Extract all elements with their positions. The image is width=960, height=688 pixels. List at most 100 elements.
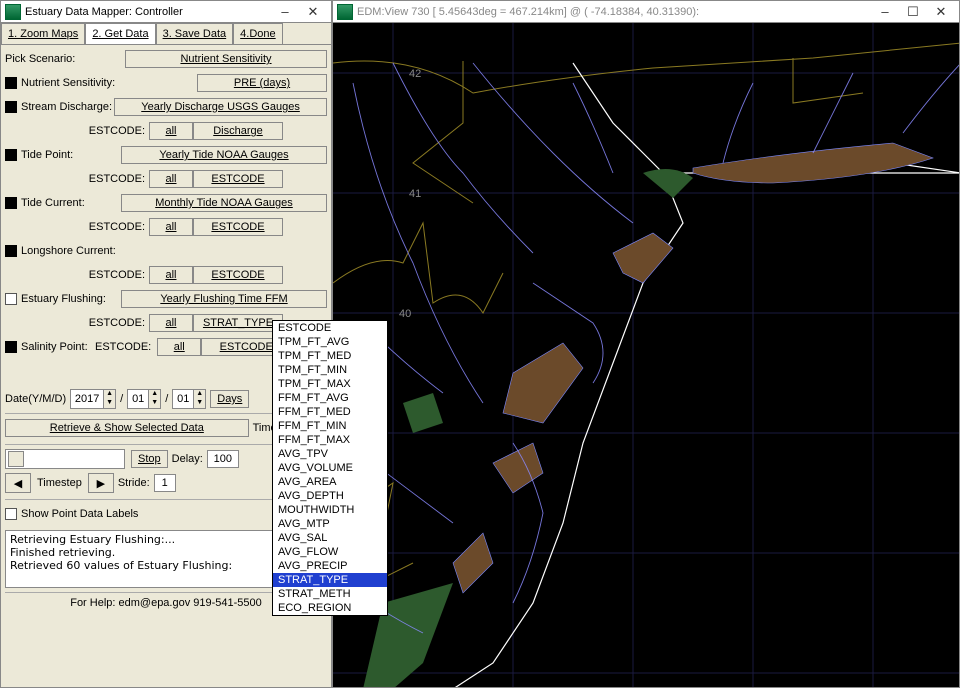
dropdown-item[interactable]: ESTCODE <box>273 321 387 335</box>
close-button[interactable]: ✕ <box>299 3 327 21</box>
stream-discharge-combo[interactable]: Yearly Discharge USGS Gauges <box>114 98 327 116</box>
estuary-flushing-all[interactable]: all <box>149 314 193 332</box>
year-spinner[interactable]: ▲▼ <box>70 389 116 409</box>
estuary-flushing-extra[interactable]: STRAT_TYPE <box>193 314 283 332</box>
stride-input[interactable] <box>154 474 176 492</box>
dropdown-item[interactable]: AVG_MTP <box>273 517 387 531</box>
stream-discharge-estcode-all[interactable]: all <box>149 122 193 140</box>
salinity-point-label: Salinity Point: <box>21 341 95 353</box>
dropdown-item[interactable]: ECO_REGION <box>273 601 387 615</box>
dropdown-item[interactable]: FFM_FT_AVG <box>273 391 387 405</box>
map-canvas[interactable]: 42 41 40 <box>333 23 959 687</box>
lat-label-41: 41 <box>409 188 421 200</box>
stream-discharge-extra[interactable]: Discharge <box>193 122 283 140</box>
day-down[interactable]: ▼ <box>193 399 205 408</box>
nutrient-sensitivity-combo[interactable]: PRE (days) <box>197 74 327 92</box>
stride-label: Stride: <box>118 477 150 489</box>
longshore-checkbox[interactable] <box>5 245 17 257</box>
stop-button[interactable]: Stop <box>131 450 168 468</box>
tab-get-data[interactable]: 2. Get Data <box>85 23 155 44</box>
tide-point-extra[interactable]: ESTCODE <box>193 170 283 188</box>
salinity-estcode-label: ESTCODE: <box>95 341 151 353</box>
dropdown-item[interactable]: FFM_FT_MIN <box>273 419 387 433</box>
month-spinner[interactable]: ▲▼ <box>127 389 161 409</box>
tide-current-combo[interactable]: Monthly Tide NOAA Gauges <box>121 194 327 212</box>
nutrient-sensitivity-checkbox[interactable] <box>5 77 17 89</box>
month-up[interactable]: ▲ <box>148 390 160 399</box>
estuary-flushing-combo[interactable]: Yearly Flushing Time FFM <box>121 290 327 308</box>
tide-current-checkbox[interactable] <box>5 197 17 209</box>
timestep-prev[interactable]: ◀ <box>5 473 31 493</box>
dropdown-item[interactable]: AVG_DEPTH <box>273 489 387 503</box>
dropdown-item[interactable]: AVG_FLOW <box>273 545 387 559</box>
stream-discharge-checkbox[interactable] <box>5 101 17 113</box>
estuary-flushing-estcode-label: ESTCODE: <box>65 317 149 329</box>
year-down[interactable]: ▼ <box>103 399 115 408</box>
tab-row: 1. Zoom Maps 2. Get Data 3. Save Data 4.… <box>1 23 331 45</box>
tide-current-all[interactable]: all <box>149 218 193 236</box>
salinity-point-checkbox[interactable] <box>5 341 17 353</box>
map-svg: 42 41 40 <box>333 23 959 687</box>
timestep-slider[interactable] <box>5 449 125 469</box>
day-input[interactable] <box>173 390 193 408</box>
map-minimize-button[interactable]: – <box>871 3 899 21</box>
minimize-button[interactable]: – <box>271 3 299 21</box>
lat-label-42: 42 <box>409 68 421 80</box>
stream-discharge-estcode-label: ESTCODE: <box>65 125 149 137</box>
dropdown-item[interactable]: TPM_FT_MAX <box>273 377 387 391</box>
controller-titlebar: Estuary Data Mapper: Controller – ✕ <box>1 1 331 23</box>
tide-current-estcode-label: ESTCODE: <box>65 221 149 233</box>
tide-current-label: Tide Current: <box>21 197 121 209</box>
show-point-labels-checkbox[interactable] <box>5 508 17 520</box>
tab-save-data[interactable]: 3. Save Data <box>156 23 234 44</box>
dropdown-item[interactable]: AVG_SAL <box>273 531 387 545</box>
map-close-button[interactable]: ✕ <box>927 3 955 21</box>
timestep-label: Timestep <box>37 477 82 489</box>
dropdown-item[interactable]: AVG_PRECIP <box>273 559 387 573</box>
longshore-all[interactable]: all <box>149 266 193 284</box>
timestep-next[interactable]: ▶ <box>88 473 114 493</box>
days-button[interactable]: Days <box>210 390 249 408</box>
delay-label: Delay: <box>172 453 203 465</box>
dropdown-item[interactable]: TPM_FT_AVG <box>273 335 387 349</box>
map-window: EDM:View 730 [ 5.45643deg = 467.214km] @… <box>332 0 960 688</box>
delay-input[interactable] <box>207 450 239 468</box>
longshore-extra[interactable]: ESTCODE <box>193 266 283 284</box>
dropdown-item[interactable]: TPM_FT_MIN <box>273 363 387 377</box>
dropdown-item[interactable]: STRAT_TYPE <box>273 573 387 587</box>
day-up[interactable]: ▲ <box>193 390 205 399</box>
map-maximize-button[interactable]: ☐ <box>899 3 927 21</box>
nutrient-sensitivity-label: Nutrient Sensitivity: <box>21 77 197 89</box>
tab-zoom-maps[interactable]: 1. Zoom Maps <box>1 23 85 44</box>
dropdown-item[interactable]: AVG_VOLUME <box>273 461 387 475</box>
year-input[interactable] <box>71 390 103 408</box>
longshore-label: Longshore Current: <box>21 245 327 257</box>
map-title: EDM:View 730 [ 5.45643deg = 467.214km] @… <box>357 6 871 18</box>
app-icon <box>5 4 21 20</box>
dropdown-item[interactable]: FFM_FT_MED <box>273 405 387 419</box>
dropdown-item[interactable]: TPM_FT_MED <box>273 349 387 363</box>
dropdown-item[interactable]: AVG_TPV <box>273 447 387 461</box>
day-spinner[interactable]: ▲▼ <box>172 389 206 409</box>
dropdown-item[interactable]: FFM_FT_MAX <box>273 433 387 447</box>
tide-point-estcode-label: ESTCODE: <box>65 173 149 185</box>
window-title: Estuary Data Mapper: Controller <box>25 6 271 18</box>
tide-point-combo[interactable]: Yearly Tide NOAA Gauges <box>121 146 327 164</box>
dropdown-item[interactable]: AVG_AREA <box>273 475 387 489</box>
pick-scenario-button[interactable]: Nutrient Sensitivity <box>125 50 327 68</box>
month-input[interactable] <box>128 390 148 408</box>
tide-current-extra[interactable]: ESTCODE <box>193 218 283 236</box>
year-up[interactable]: ▲ <box>103 390 115 399</box>
tide-point-label: Tide Point: <box>21 149 121 161</box>
tide-point-checkbox[interactable] <box>5 149 17 161</box>
month-down[interactable]: ▼ <box>148 399 160 408</box>
dropdown-item[interactable]: MOUTHWIDTH <box>273 503 387 517</box>
tide-point-estcode-all[interactable]: all <box>149 170 193 188</box>
retrieve-button[interactable]: Retrieve & Show Selected Data <box>5 419 249 437</box>
salinity-all[interactable]: all <box>157 338 201 356</box>
tab-done[interactable]: 4.Done <box>233 23 282 44</box>
map-app-icon <box>337 4 353 20</box>
dropdown-item[interactable]: STRAT_METH <box>273 587 387 601</box>
strat-type-dropdown[interactable]: ESTCODETPM_FT_AVGTPM_FT_MEDTPM_FT_MINTPM… <box>272 320 388 616</box>
estuary-flushing-checkbox[interactable] <box>5 293 17 305</box>
